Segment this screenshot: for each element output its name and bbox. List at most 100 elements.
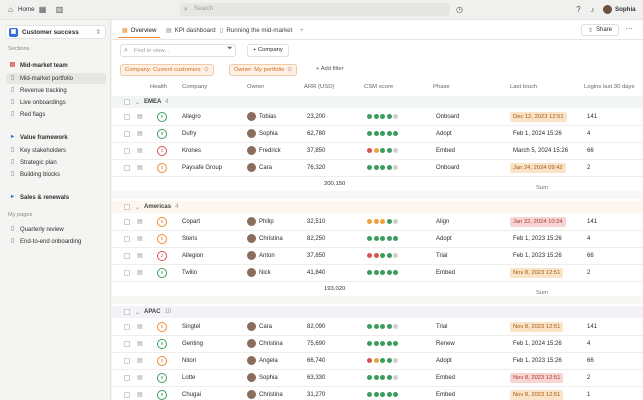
share-button[interactable]: ⇪ Share <box>580 24 619 36</box>
col-phase[interactable]: Phase <box>433 84 450 90</box>
arr-cell[interactable]: 37,850 <box>307 148 325 154</box>
last-touch-cell[interactable]: Feb 1, 2023 15:26 <box>513 358 562 364</box>
table-row[interactable]: ▤ 9 Allegro Tobias 23,200 Onboard Dec 12, 2023… <box>112 109 643 126</box>
home-button[interactable]: ⌂ Home <box>6 5 34 14</box>
last-touch-cell[interactable]: Jan 22, 2024 10:24 <box>510 217 566 227</box>
owner-cell[interactable]: Christina <box>259 236 283 242</box>
company-cell[interactable]: Allegro <box>182 114 201 120</box>
table-row[interactable]: ▤ 9 Genting Christina 75,690 Renew Feb 1, 2024… <box>112 336 643 353</box>
row-checkbox[interactable] <box>124 358 130 364</box>
last-touch-cell[interactable]: Nov 8, 2023 12:51 <box>510 390 564 400</box>
last-touch-cell[interactable]: Dec 12, 2023 12:51 <box>510 112 567 122</box>
row-expand-icon[interactable]: ▤ <box>137 164 143 171</box>
owner-cell[interactable]: Christina <box>259 392 283 398</box>
last-touch-cell[interactable]: Feb 1, 2024 15:26 <box>513 341 562 347</box>
find-in-view-input[interactable]: ⌕ Find in view... <box>120 44 236 57</box>
company-cell[interactable]: Twilio <box>182 270 197 276</box>
last-touch-cell[interactable]: Jan 24, 2024 09:42 <box>510 163 566 173</box>
history-button[interactable]: ◷ <box>455 5 464 14</box>
logins-cell[interactable]: 1 <box>587 392 590 398</box>
phase-cell[interactable]: Embed <box>436 392 455 398</box>
group-checkbox[interactable] <box>124 309 130 315</box>
table-row[interactable]: ▤ 2 Allegion Anton 37,850 Trial Feb 1, 2023 15… <box>112 248 643 265</box>
company-cell[interactable]: Copart <box>182 219 200 225</box>
group-header[interactable]: ⌄ Americas 4 <box>112 201 643 213</box>
col-csm-score[interactable]: CSM score <box>364 84 393 90</box>
arr-cell[interactable]: 37,850 <box>307 253 325 259</box>
arr-cell[interactable]: 31,270 <box>307 392 325 398</box>
sidebar-item[interactable]: ▯ Red flags <box>6 109 106 120</box>
logins-cell[interactable]: 141 <box>587 219 597 225</box>
company-cell[interactable]: Singtel <box>182 324 200 330</box>
owner-cell[interactable]: Christina <box>259 341 283 347</box>
company-cell[interactable]: Steris <box>182 236 197 242</box>
logins-cell[interactable]: 2 <box>587 270 590 276</box>
last-touch-cell[interactable]: Feb 1, 2024 15:26 <box>513 131 562 137</box>
table-row[interactable]: ▤ 2 Krones Fredrick 37,850 Embed March 5, 2024… <box>112 143 643 160</box>
group-header[interactable]: ⌄ EMEA 4 <box>112 96 643 108</box>
row-checkbox[interactable] <box>124 219 130 225</box>
row-expand-icon[interactable]: ▤ <box>137 374 143 381</box>
row-expand-icon[interactable]: ▤ <box>137 357 143 364</box>
last-touch-cell[interactable]: Feb 1, 2023 15:26 <box>513 236 562 242</box>
phase-cell[interactable]: Align <box>436 219 449 225</box>
table-row[interactable]: ▤ 9 Chugai Christina 31,270 Embed Nov 8, 2023 … <box>112 387 643 400</box>
col-company[interactable]: Company <box>182 84 207 90</box>
arr-cell[interactable]: 82,090 <box>307 324 325 330</box>
row-expand-icon[interactable]: ▤ <box>137 252 143 259</box>
filter-chip-owner[interactable]: Owner: My portfolio ⊙ <box>229 64 298 76</box>
company-cell[interactable]: Chugai <box>182 392 201 398</box>
row-checkbox[interactable] <box>124 148 130 154</box>
owner-cell[interactable]: Cara <box>259 165 272 171</box>
col-last-touch[interactable]: Last touch <box>510 84 537 90</box>
arr-cell[interactable]: 63,330 <box>307 375 325 381</box>
arr-cell[interactable]: 41,840 <box>307 270 325 276</box>
row-checkbox[interactable] <box>124 392 130 398</box>
filter-chip-company[interactable]: Company: Current customers ⊙ <box>120 64 214 76</box>
trash-button[interactable]: ▥ <box>55 5 64 14</box>
last-touch-cell[interactable]: March 5, 2024 15:26 <box>513 148 568 154</box>
table-row[interactable]: ▤ 5 Singtel Cara 82,090 Trial Nov 8, 2023 12:5… <box>112 319 643 336</box>
logins-cell[interactable]: 4 <box>587 341 590 347</box>
phase-cell[interactable]: Onboard <box>436 165 459 171</box>
tab-running-mid-market[interactable]: ▯ Running the mid-market <box>216 23 296 38</box>
company-cell[interactable]: Lotte <box>182 375 195 381</box>
add-filter-button[interactable]: + Add filter <box>316 66 344 72</box>
phase-cell[interactable]: Adopt <box>436 236 452 242</box>
phase-cell[interactable]: Trial <box>436 253 447 259</box>
sidebar-item[interactable]: ▯ Building blocks <box>6 169 106 180</box>
arr-cell[interactable]: 82,250 <box>307 236 325 242</box>
row-expand-icon[interactable]: ▤ <box>137 235 143 242</box>
last-touch-cell[interactable]: Feb 1, 2023 15:26 <box>513 253 562 259</box>
group-header[interactable]: ⌄ APAC 10 <box>112 306 643 318</box>
phase-cell[interactable]: Embed <box>436 270 455 276</box>
company-cell[interactable]: Nitori <box>182 358 196 364</box>
row-expand-icon[interactable]: ▤ <box>137 113 143 120</box>
phase-cell[interactable]: Onboard <box>436 114 459 120</box>
row-checkbox[interactable] <box>124 270 130 276</box>
page-item[interactable]: ▯ End-to-end onboarding <box>6 236 106 247</box>
row-expand-icon[interactable]: ▤ <box>137 340 143 347</box>
logins-cell[interactable]: 141 <box>587 114 597 120</box>
tab-kpi-dashboard[interactable]: ▤ KPI dashboard <box>162 23 220 38</box>
sidebar-item[interactable]: ▯ Mid-market portfolio <box>6 73 106 84</box>
table-row[interactable]: ▤ 5 Copart Philip 32,510 Align Jan 22, 2024 10… <box>112 214 643 231</box>
last-touch-cell[interactable]: Nov 8, 2023 12:51 <box>510 373 564 383</box>
col-owner[interactable]: Owner <box>247 84 264 90</box>
sidebar-item[interactable]: ▯ Strategic plan <box>6 157 106 168</box>
phase-cell[interactable]: Embed <box>436 375 455 381</box>
sidebar-item[interactable]: ▤ Mid-market team <box>6 60 106 71</box>
arr-cell[interactable]: 23,200 <box>307 114 325 120</box>
row-expand-icon[interactable]: ▤ <box>137 218 143 225</box>
owner-cell[interactable]: Nick <box>259 270 271 276</box>
owner-cell[interactable]: Cara <box>259 324 272 330</box>
chart-button[interactable]: ▦ <box>38 5 47 14</box>
add-tab-button[interactable]: + <box>296 23 308 38</box>
sidebar-item[interactable]: ▸ Sales & renewals <box>6 192 106 203</box>
owner-cell[interactable]: Tobias <box>259 114 276 120</box>
arr-cell[interactable]: 75,690 <box>307 341 325 347</box>
row-checkbox[interactable] <box>124 253 130 259</box>
last-touch-cell[interactable]: Nov 8, 2023 12:51 <box>510 322 564 332</box>
sidebar-item[interactable]: ▯ Revenue tracking <box>6 85 106 96</box>
row-checkbox[interactable] <box>124 114 130 120</box>
